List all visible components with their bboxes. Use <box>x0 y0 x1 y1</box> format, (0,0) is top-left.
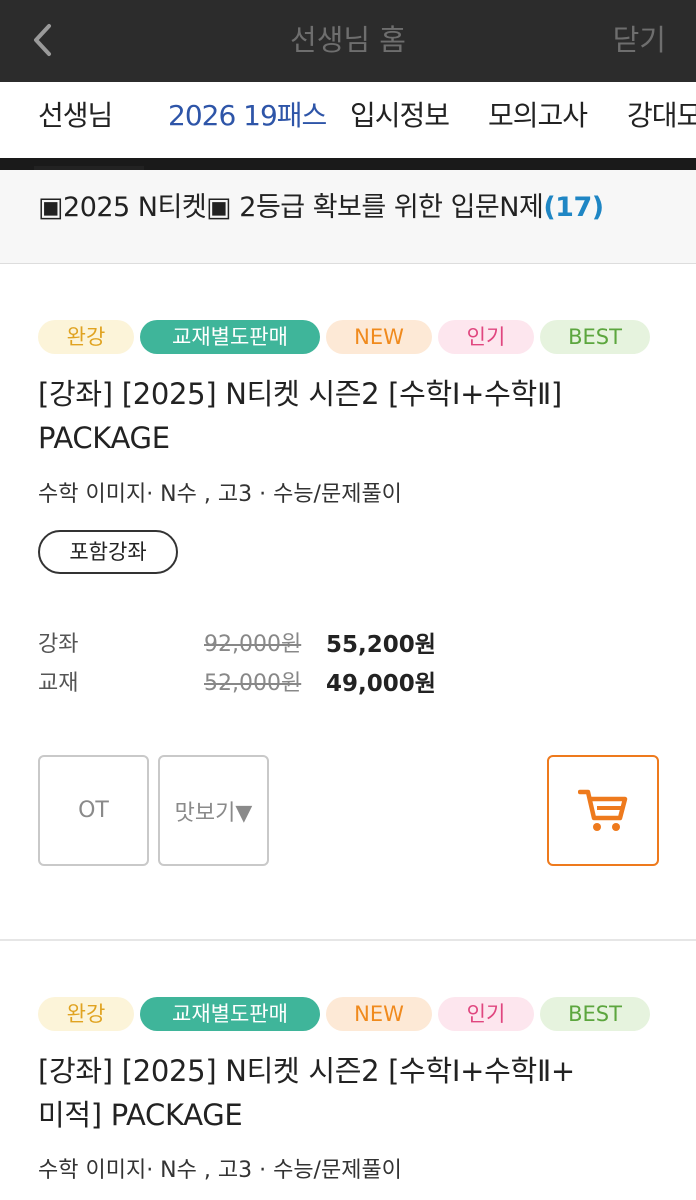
badge-completed: 완강 <box>38 997 134 1031</box>
included-lectures-button[interactable]: 포함강좌 <box>38 530 178 574</box>
tab-mock-exam[interactable]: 모의고사 <box>488 98 588 134</box>
category-header: ▣2025 N티켓▣ 2등급 확보를 위한 입문N제(17) <box>0 170 696 264</box>
course-meta: 수학 이미지· N수 , 고3 · 수능/문제풀이 <box>38 1158 402 1183</box>
price-original: 52,000원 <box>204 671 302 696</box>
badge-list: 완강 교재별도판매 NEW 인기 BEST <box>38 997 650 1031</box>
course-title-line: [강좌] [2025] N티켓 시즌2 [수학Ⅰ+수학Ⅱ+ <box>38 1054 575 1088</box>
badge-new: NEW <box>326 997 432 1031</box>
badge-popular: 인기 <box>438 997 534 1031</box>
course-title[interactable]: [강좌] [2025] N티켓 시즌2 [수학Ⅰ+수학Ⅱ] PACKAGE <box>38 372 668 460</box>
tab-2026-19pass[interactable]: 2026 19패스 <box>168 98 327 134</box>
category-title-text: ▣2025 N티켓▣ 2등급 확보를 위한 입문N제 <box>38 192 544 223</box>
course-title-line: [강좌] [2025] N티켓 시즌2 [수학Ⅰ+수학Ⅱ] <box>38 377 562 411</box>
course-title-line: PACKAGE <box>38 421 170 455</box>
tab-kangdaemo[interactable]: 강대모 <box>627 98 696 134</box>
preview-dropdown-button[interactable]: 맛보기▼ <box>158 755 269 866</box>
category-count: (17) <box>543 192 604 223</box>
badge-best: BEST <box>540 997 650 1031</box>
price-row-lecture: 강좌 92,000원 55,200원 <box>38 628 458 662</box>
course-title[interactable]: [강좌] [2025] N티켓 시즌2 [수학Ⅰ+수학Ⅱ+ 미적] PACKAG… <box>38 1049 668 1137</box>
badge-popular: 인기 <box>438 320 534 354</box>
add-to-cart-button[interactable] <box>547 755 659 866</box>
course-meta: 수학 이미지· N수 , 고3 · 수능/문제풀이 <box>38 482 402 507</box>
badge-best: BEST <box>540 320 650 354</box>
badge-textbook-separate: 교재별도판매 <box>140 997 320 1031</box>
tab-admission-info[interactable]: 입시정보 <box>350 98 450 134</box>
price-row-textbook: 교재 52,000원 49,000원 <box>38 667 458 701</box>
page-title: 선생님 홈 <box>290 23 406 57</box>
badge-completed: 완강 <box>38 320 134 354</box>
price-original: 92,000원 <box>204 632 302 657</box>
back-button[interactable] <box>22 18 62 62</box>
badge-new: NEW <box>326 320 432 354</box>
tab-teacher[interactable]: 선생님 <box>38 98 113 134</box>
badge-textbook-separate: 교재별도판매 <box>140 320 320 354</box>
course-title-line: 미적] PACKAGE <box>38 1098 243 1132</box>
top-bar: 선생님 홈 닫기 <box>0 0 696 82</box>
price-sale: 55,200원 <box>326 632 436 658</box>
chevron-left-icon <box>34 24 51 56</box>
category-title: ▣2025 N티켓▣ 2등급 확보를 위한 입문N제(17) <box>38 190 604 226</box>
tab-bar: 선생님 2026 19패스 입시정보 모의고사 강대모 <box>0 82 696 158</box>
close-button[interactable]: 닫기 <box>613 22 666 58</box>
ot-button[interactable]: OT <box>38 755 149 866</box>
price-sale: 49,000원 <box>326 671 436 697</box>
price-label: 교재 <box>38 671 79 696</box>
card-divider <box>0 939 696 941</box>
price-label: 강좌 <box>38 632 79 657</box>
cart-icon <box>578 789 628 831</box>
badge-list: 완강 교재별도판매 NEW 인기 BEST <box>38 320 650 354</box>
